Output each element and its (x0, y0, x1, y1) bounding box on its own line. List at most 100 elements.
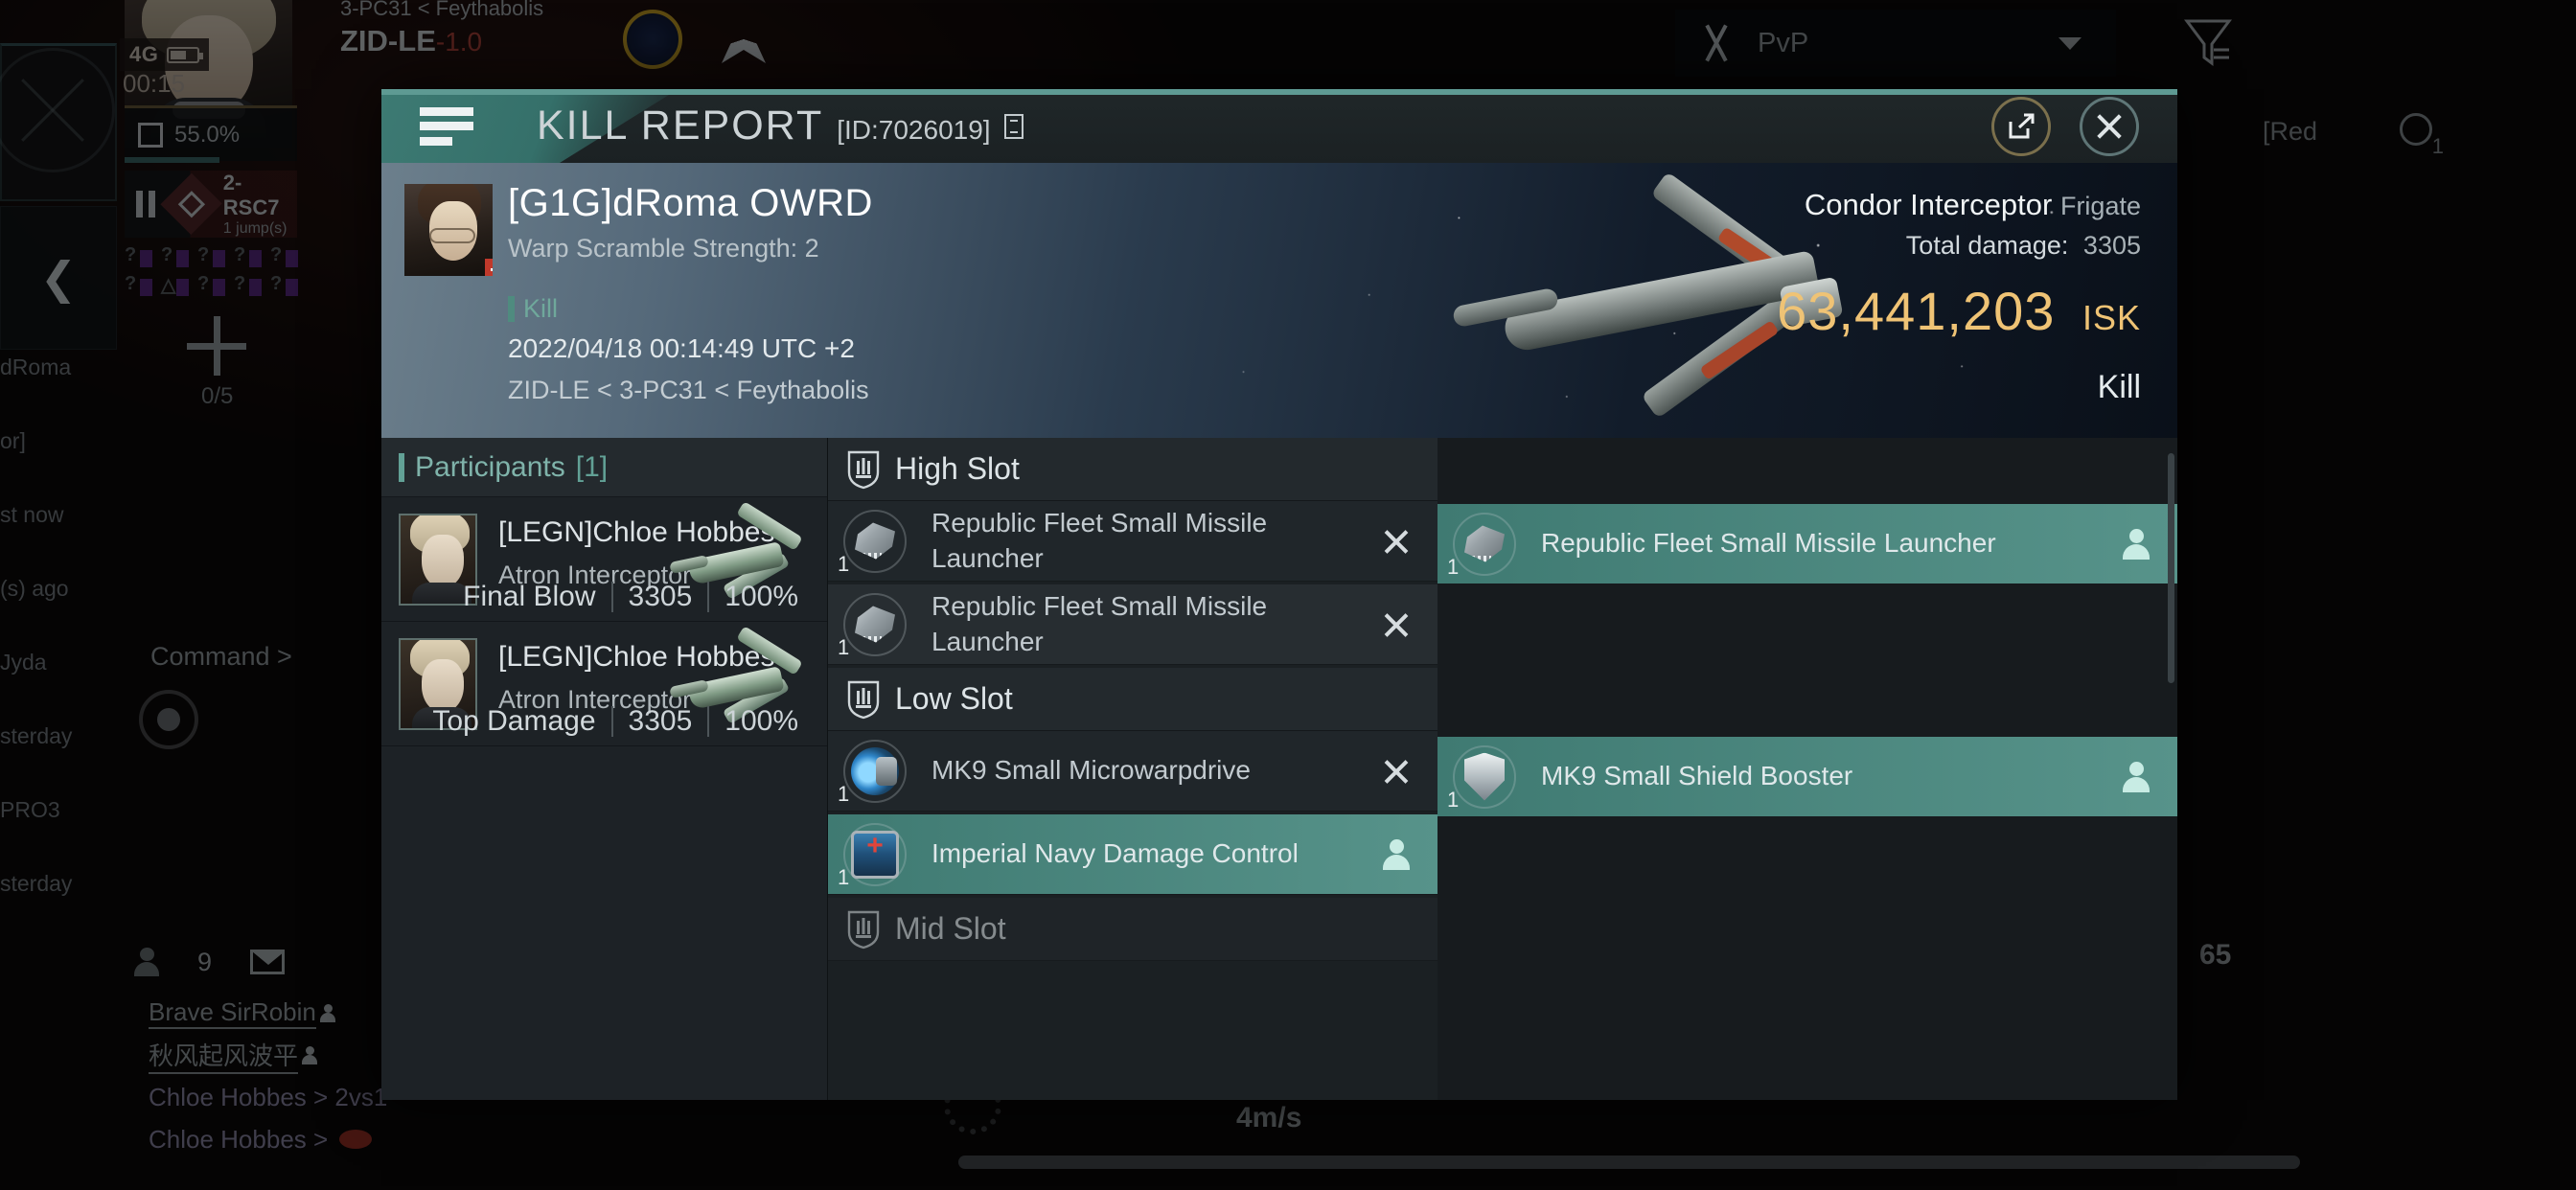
kill-timestamp: 2022/04/18 00:14:49 UTC +2 (508, 333, 855, 363)
module-row[interactable]: 1 MK9 Small Microwarpdrive (828, 731, 1438, 812)
drops-spacer (1438, 587, 2177, 668)
external-link-icon (2009, 113, 2035, 138)
share-button[interactable] (1991, 96, 2051, 156)
fitting-panel: High Slot 1 Republic Fleet Small Missile… (828, 438, 2177, 1100)
module-name: Republic Fleet Small Missile Launcher (932, 590, 1268, 656)
damage-control-icon (851, 830, 899, 879)
module-name: Republic Fleet Small Missile Launcher (1541, 528, 1996, 559)
isk-unit: ISK (2082, 298, 2141, 337)
module-icon-wrap: 1 (1447, 509, 1520, 580)
victim-subtitle: Warp Scramble Strength: 2 (508, 234, 819, 263)
participant-stats: Final Blow 3305 100% (463, 581, 814, 613)
module-qty: 1 (838, 864, 850, 889)
module-name: Imperial Navy Damage Control (932, 838, 1299, 869)
participant-row[interactable]: [LEGN]Chloe Hobbes Atron Interceptor Top… (381, 622, 827, 746)
header-accent-bar (399, 452, 404, 482)
module-icon-wrap: 1 (838, 819, 910, 890)
victim-name: [G1G]dRoma OWRD (508, 182, 873, 224)
module-status (1355, 529, 1438, 554)
close-icon (2095, 112, 2124, 141)
page-title: KILL REPORT (537, 103, 824, 149)
avatar-glasses (429, 228, 475, 243)
ship-class: Frigate (2059, 192, 2141, 220)
menu-icon[interactable] (420, 106, 473, 146)
participants-title: Participants (415, 450, 565, 483)
avatar-face (422, 535, 464, 588)
participant-damage: 3305 (628, 705, 693, 737)
module-qty: 1 (838, 551, 850, 576)
module-name: Republic Fleet Small Missile Launcher (932, 507, 1268, 573)
drops-spacer (1438, 438, 2177, 501)
module-status (2095, 528, 2177, 560)
module-status (1355, 612, 1438, 637)
destroyed-items-column: High Slot 1 Republic Fleet Small Missile… (828, 438, 1438, 1100)
total-damage-row: Total damage: 3305 (1777, 231, 2141, 261)
section-title: Low Slot (895, 681, 1013, 716)
victim-info: [G1G]dRoma OWRD Warp Scramble Strength: … (508, 182, 873, 405)
report-id: [ID:7026019] (837, 115, 991, 145)
looted-icon (2123, 528, 2150, 560)
total-damage-label: Total damage: (1905, 231, 2069, 260)
modal-body: Participants [1] [LEGN]Chloe Hobbes Atro… (381, 438, 2177, 1100)
participants-panel: Participants [1] [LEGN]Chloe Hobbes Atro… (381, 438, 828, 1100)
modal-title-group: KILL REPORT [ID:7026019] (537, 103, 1024, 149)
module-row[interactable]: 1 Republic Fleet Small Missile Launcher (828, 584, 1438, 665)
destroyed-icon (1384, 759, 1409, 784)
kill-summary: Condor Interceptor Frigate Total damage:… (1777, 188, 2141, 406)
module-row[interactable]: 1 Republic Fleet Small Missile Launcher (1438, 504, 2177, 584)
slot-shield-icon (847, 909, 880, 950)
microwarpdrive-icon (851, 746, 899, 795)
module-status (1355, 838, 1438, 870)
modal-actions (1991, 96, 2177, 156)
module-qty: 1 (838, 781, 850, 806)
drops-spacer (1438, 671, 2177, 734)
titlebar-accent-line (381, 89, 2177, 95)
kill-tag-label: Kill (523, 294, 559, 323)
isk-value-row: 63,441,203 ISK (1777, 280, 2141, 342)
kill-report-modal: KILL REPORT [ID:7026019] [G1G]dRoma OWRD… (381, 89, 2177, 1100)
looted-icon (2123, 761, 2150, 792)
section-title: Mid Slot (895, 911, 1006, 946)
kill-hero-banner: [G1G]dRoma OWRD Warp Scramble Strength: … (381, 163, 2177, 438)
kill-result: Kill (2097, 369, 2141, 405)
participants-header: Participants [1] (381, 438, 827, 497)
module-row[interactable]: 1 MK9 Small Shield Booster (1438, 737, 2177, 817)
slot-shield-icon (847, 679, 880, 720)
looted-icon (1383, 838, 1410, 870)
total-damage-value: 3305 (2082, 231, 2141, 260)
participant-percent: 100% (724, 705, 798, 737)
section-header-mid-slot: Mid Slot (828, 898, 1438, 961)
victim-status-badge (485, 259, 493, 276)
module-status (1355, 759, 1438, 784)
close-button[interactable] (2080, 96, 2139, 156)
kill-tag: Kill (508, 294, 873, 324)
participant-row[interactable]: [LEGN]Chloe Hobbes Atron Interceptor Fin… (381, 497, 827, 622)
copy-icon[interactable] (1003, 114, 1024, 139)
ship-name: Condor Interceptor (1804, 188, 2053, 221)
section-header-high-slot: High Slot (828, 438, 1438, 501)
module-qty: 1 (1447, 787, 1460, 812)
participant-percent: 100% (724, 581, 798, 612)
modal-scrollbar[interactable] (2168, 453, 2174, 683)
module-qty: 1 (1447, 554, 1460, 579)
module-qty: 1 (838, 634, 850, 659)
destroyed-icon (1384, 529, 1409, 554)
section-header-low-slot: Low Slot (828, 668, 1438, 731)
module-name: MK9 Small Microwarpdrive (932, 755, 1251, 786)
modal-titlebar: KILL REPORT [ID:7026019] (381, 89, 2177, 163)
participant-damage: 3305 (628, 581, 693, 612)
participants-count: [1] (575, 450, 609, 483)
module-row[interactable]: 1 Imperial Navy Damage Control (828, 814, 1438, 895)
slot-shield-icon (847, 449, 880, 490)
kill-tag-bar (508, 296, 515, 322)
module-icon-wrap: 1 (1447, 742, 1520, 812)
participant-stat-label: Top Damage (432, 705, 596, 737)
screen-root: ❮ 4G 00:15 55.0% 2-RSC7 1 jump(s) ?? ?? … (0, 0, 2576, 1190)
participant-stats: Top Damage 3305 100% (432, 705, 814, 738)
module-name: MK9 Small Shield Booster (1541, 761, 1853, 791)
module-status (2095, 761, 2177, 792)
kill-location: ZID-LE < 3-PC31 < Feythabolis (508, 376, 869, 404)
victim-avatar[interactable] (404, 184, 493, 276)
module-row[interactable]: 1 Republic Fleet Small Missile Launcher (828, 501, 1438, 582)
module-icon-wrap: 1 (838, 589, 910, 660)
